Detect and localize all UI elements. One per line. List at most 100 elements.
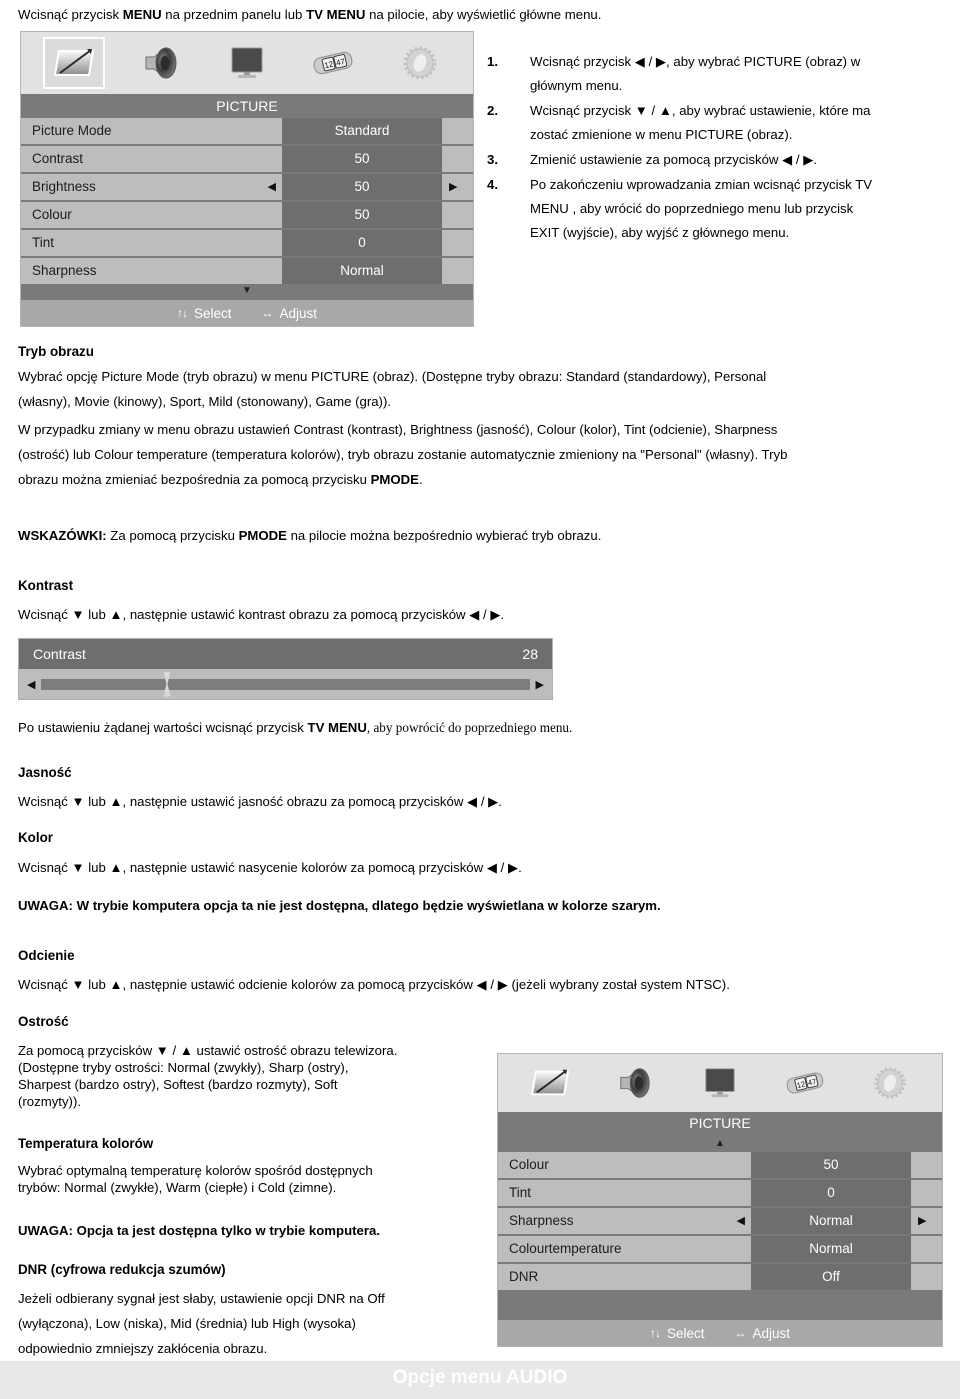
intro-line: Wcisnąć przycisk MENU na przednim panelu… [18,7,601,22]
osd-row-sharpness[interactable]: Sharpness ◀ Normal ▶ [498,1208,942,1234]
osd-row-colour[interactable]: Colour 50 [21,202,473,228]
osd-icon-strip-top: 12 47 [21,32,473,94]
tryb-obrazu-line-2: (własny), Movie (kinowy), Sport, Mild (s… [18,394,392,409]
osd-row-pad [911,1264,942,1290]
timer-icon[interactable]: 12 47 [302,37,364,89]
osd-row-value: 50 [282,174,442,200]
osd-row-label: Tint [498,1180,751,1206]
instruction-steps: 1. Wcisnąć przycisk ◀ / ▶, aby wybrać PI… [487,50,957,246]
osd-row-value: 50 [282,202,442,228]
slider-knob[interactable] [163,671,171,697]
manual-page: Wcisnąć przycisk MENU na przednim panelu… [0,0,960,1399]
osd-row-label-text: Sharpness [509,1213,574,1228]
step-text: Wcisnąć przycisk ◀ / ▶, aby wybrać PICTU… [530,50,860,98]
osd-contrast-slider[interactable]: Contrast 28 ◀ ▶ [18,638,553,700]
up-down-arrows-icon: ↑↓ [176,306,188,320]
timer-icon[interactable]: 12 47 [774,1057,836,1109]
osd-row-contrast[interactable]: Contrast 50 [21,146,473,172]
left-arrow-icon[interactable]: ◀ [737,1208,745,1234]
left-arrow-icon[interactable]: ◀ [268,174,276,200]
uwaga-komputer-line: UWAGA: Opcja ta jest dostępna tylko w tr… [18,1223,380,1238]
tryb-obrazu-line-4: (ostrość) lub Colour temperature (temper… [18,447,788,462]
osd-row-value: Normal [751,1208,911,1234]
osd-row-picture-mode[interactable]: Picture Mode Standard [21,118,473,144]
right-arrow-icon[interactable]: ▶ [918,1208,926,1234]
osd-row-dnr[interactable]: DNR Off [498,1264,942,1290]
intro-menu-bold: MENU [122,7,162,22]
osd-title-bottom-text: PICTURE [689,1115,751,1131]
step-4: 4. Po zakończeniu wprowadzania zmian wci… [487,173,957,245]
osd-row-pad: ▶ [911,1208,942,1234]
dnr-line-2: (wyłączona), Low (niska), Mid (średnia) … [18,1316,356,1331]
osd-row-value: Standard [282,118,442,144]
osd-row-sharpness[interactable]: Sharpness Normal [21,258,473,284]
footer-adjust-label: Adjust [752,1325,791,1341]
osd-row-value: 50 [282,146,442,172]
slider-body[interactable]: ◀ ▶ [19,669,552,699]
wskazowki-text-a: Za pomocą przycisku [106,528,239,543]
scroll-up-icon[interactable]: ▲ [498,1139,942,1152]
heading-kolor: Kolor [18,830,53,845]
speaker-icon[interactable] [130,37,192,89]
osd-row-colourtemperature[interactable]: Colourtemperature Normal [498,1236,942,1262]
screen-icon[interactable] [216,37,278,89]
heading-temperatura-kolorow: Temperatura kolorów [18,1136,154,1151]
ostrosc-line-3: Sharpest (bardzo ostry), Softest (bardzo… [18,1077,338,1092]
footer-select-label: Select [193,305,232,321]
slider-label: Contrast [33,646,86,662]
step-line: MENU , aby wrócić do poprzedniego menu l… [530,201,854,216]
footer-adjust-label: Adjust [279,305,318,321]
osd-empty-space-bottom [498,1290,942,1320]
pmode-bold: PMODE [370,472,419,487]
heading-kontrast: Kontrast [18,578,74,593]
tryb-obrazu-line-1: Wybrać opcję Picture Mode (tryb obrazu) … [18,369,767,384]
setup-icon[interactable] [859,1057,921,1109]
osd-row-tint[interactable]: Tint 0 [21,230,473,256]
osd-row-pad [442,258,473,284]
step-line: Zmienić ustawienie za pomocą przycisków … [530,152,818,167]
footer-select-label: Select [666,1325,705,1341]
speaker-icon[interactable] [604,1057,666,1109]
scroll-down-icon[interactable]: ▼ [21,284,473,300]
step-line: EXIT (wyjście), aby wyjść z głównego men… [530,225,790,240]
intro-after: na pilocie, aby wyświetlić główne menu. [365,7,602,22]
ostrosc-line-1: Za pomocą przycisków ▼ / ▲ ustawić ostro… [18,1043,398,1058]
osd-row-pad [442,146,473,172]
right-arrow-icon[interactable]: ▶ [449,174,457,200]
odcienie-line: Wcisnąć ▼ lub ▲, następnie ustawić odcie… [18,977,730,992]
osd-picture-menu-top[interactable]: 12 47 PICTURE Picture Mode Standard Cont… [20,31,474,327]
picture-icon[interactable] [519,1057,581,1109]
osd-row-pad [442,118,473,144]
step-line: Po zakończeniu wprowadzania zmian wcisną… [530,177,873,192]
osd-row-brightness[interactable]: Brightness ◀ 50 ▶ [21,174,473,200]
osd-rows-bottom: Colour 50 Tint 0 Sharpness ◀ Normal ▶ Co… [498,1152,942,1290]
picture-icon[interactable] [43,37,106,89]
screen-icon[interactable] [689,1057,751,1109]
osd-row-label: Tint [21,230,282,256]
osd-picture-menu-bottom[interactable]: 12 47 PICTURE ▲ Colour 50 Tint 0 Sharpne… [497,1053,943,1347]
temperatura-line-2: trybów: Normal (zwykłe), Warm (ciepłe) i… [18,1180,337,1195]
ostrosc-line-2: (Dostępne tryby ostrości: Normal (zwykły… [18,1060,349,1075]
slider-track[interactable] [41,671,530,697]
heading-dnr: DNR (cyfrowa redukcja szumów) [18,1262,226,1277]
osd-row-value: Normal [282,258,442,284]
slider-header: Contrast 28 [19,639,552,669]
heading-ostrosc: Ostrość [18,1014,69,1029]
setup-icon[interactable] [389,37,451,89]
wskazowki-label: WSKAZÓWKI: [18,528,107,543]
osd-row-tint[interactable]: Tint 0 [498,1180,942,1206]
step-text: Po zakończeniu wprowadzania zmian wcisną… [530,173,872,245]
ostrosc-line-4: (rozmyty)). [18,1094,81,1109]
osd-icon-strip-bottom: 12 47 [498,1054,942,1112]
step-3: 3. Zmienić ustawienie za pomocą przycisk… [487,148,957,172]
osd-row-colour[interactable]: Colour 50 [498,1152,942,1178]
tryb-obrazu-line-5: obrazu można zmieniać bezpośrednia za po… [18,472,423,487]
osd-row-pad [911,1180,942,1206]
slider-right-arrow-icon[interactable]: ▶ [536,678,544,691]
slider-left-arrow-icon[interactable]: ◀ [27,678,35,691]
osd-row-label: Colourtemperature [498,1236,751,1262]
osd-row-label-text: Brightness [32,179,96,194]
pmode-bold: PMODE [238,528,287,543]
osd-row-label: DNR [498,1264,751,1290]
heading-jasnosc: Jasność [18,765,72,780]
